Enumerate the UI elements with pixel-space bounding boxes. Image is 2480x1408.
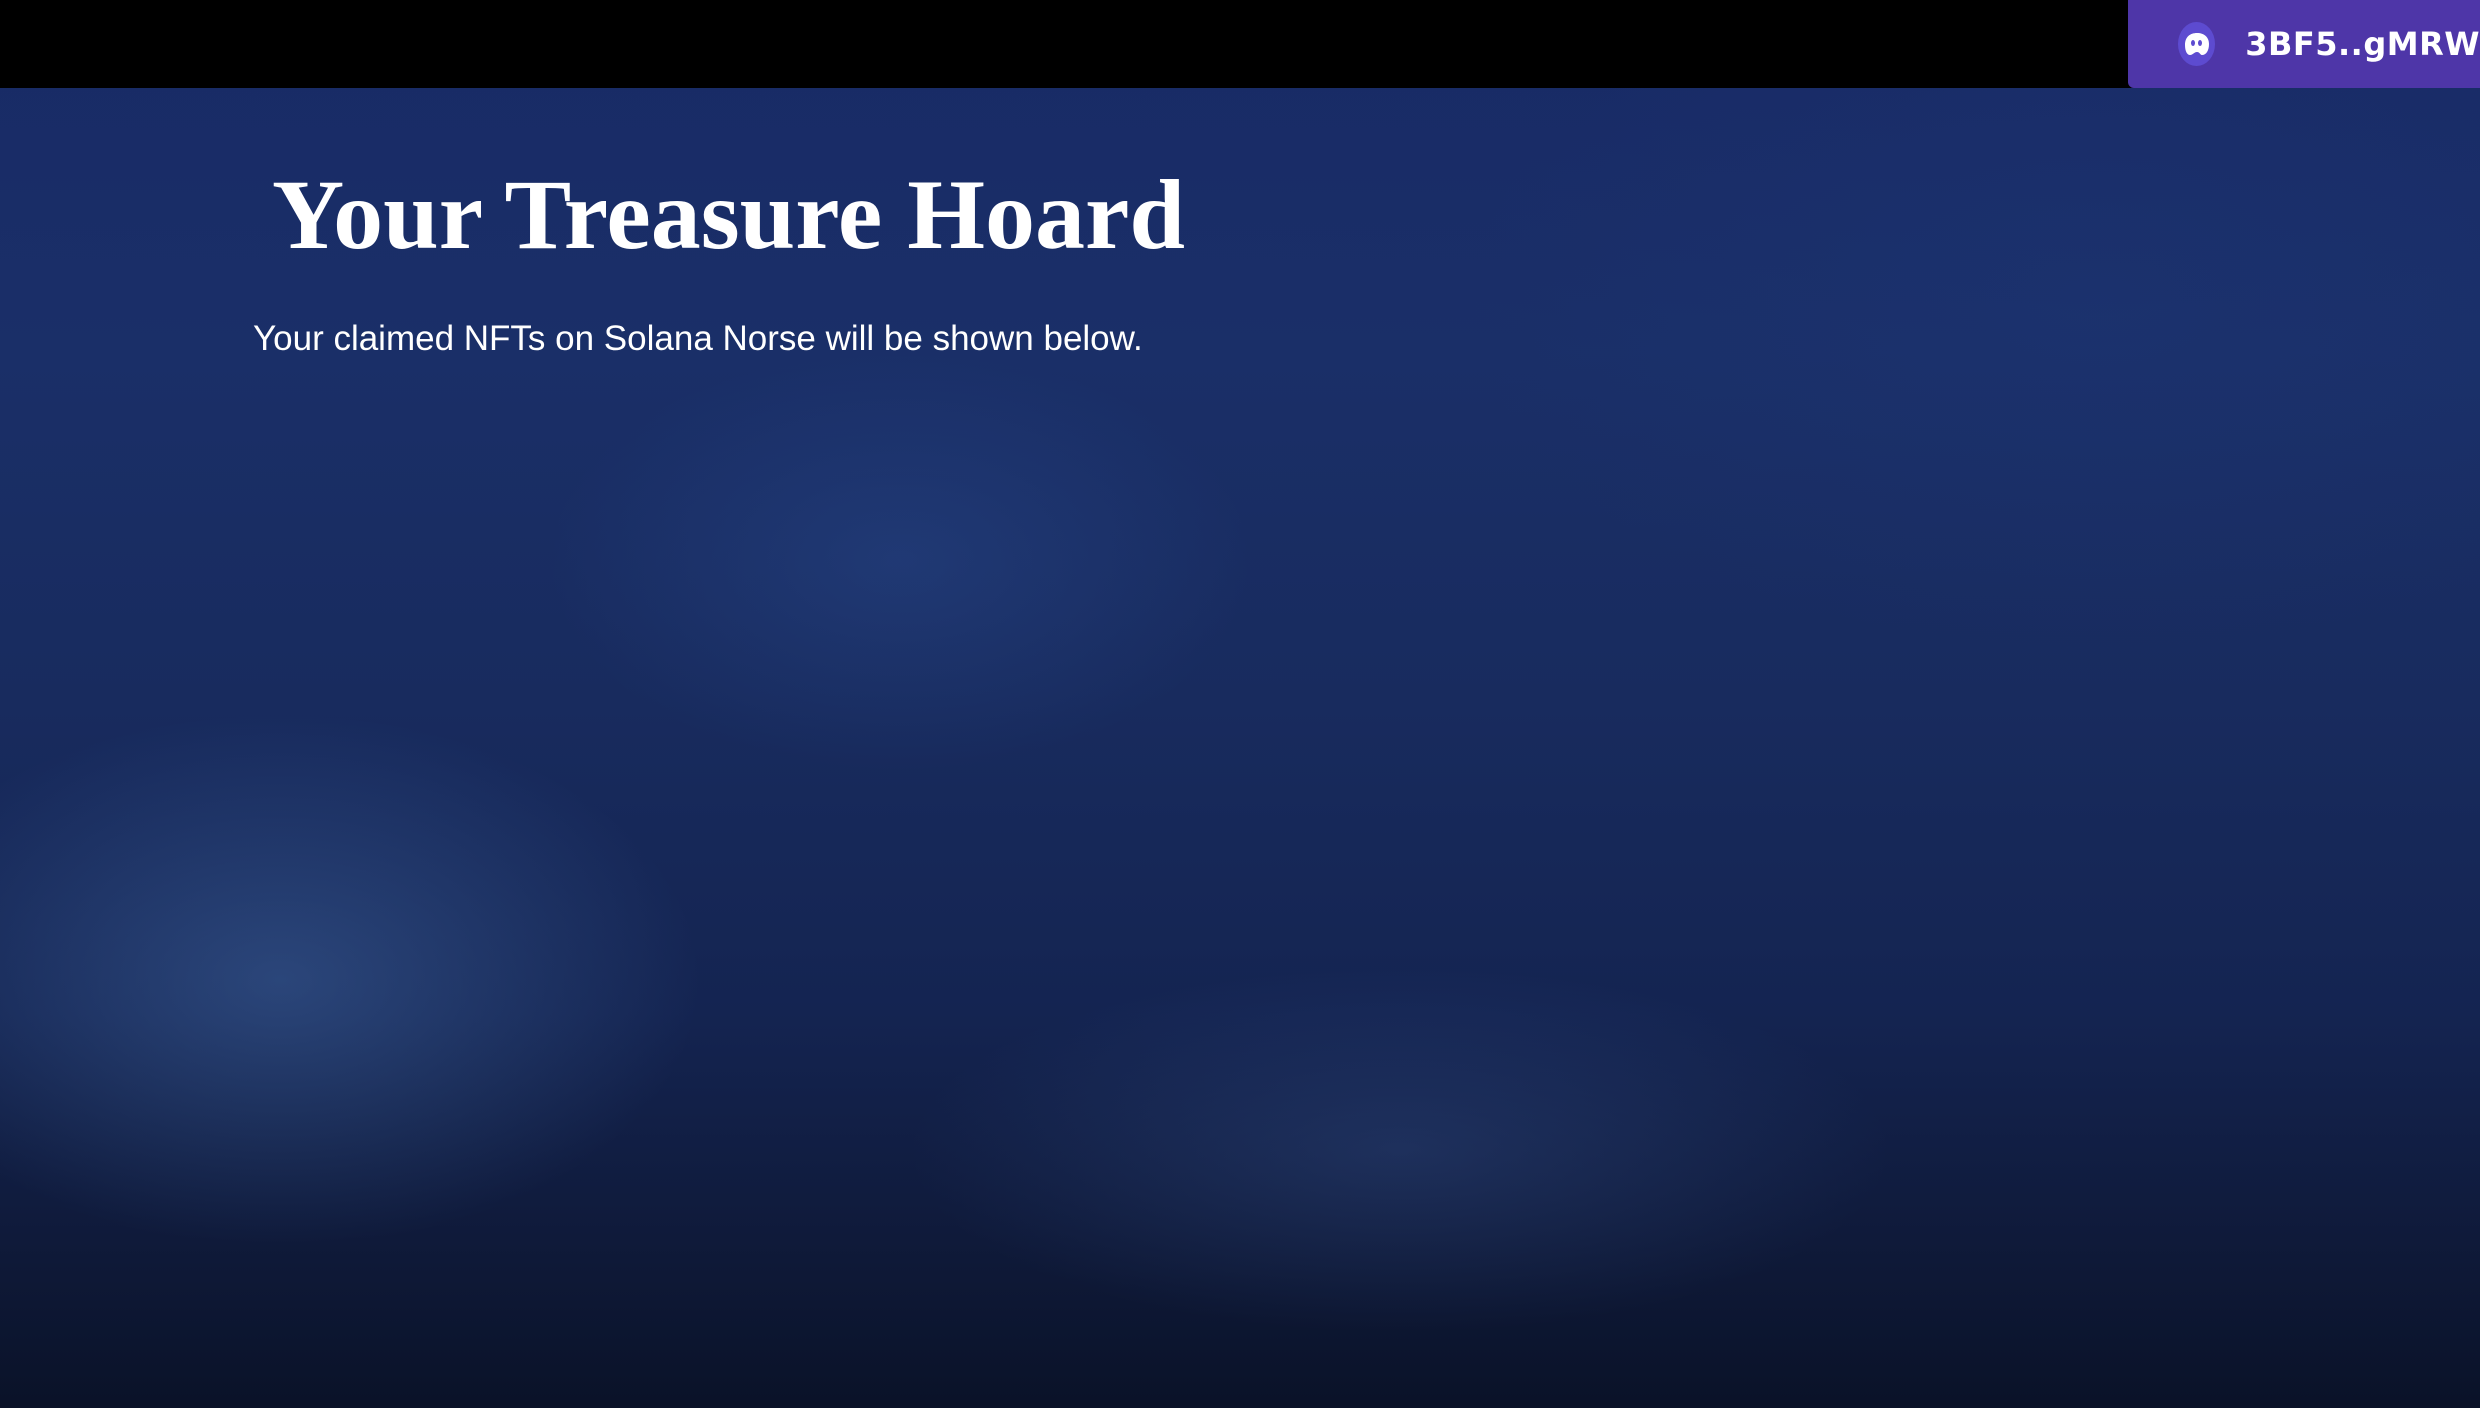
nft-grid [253, 400, 2227, 1300]
top-navbar: 3BF5..gMRW [0, 0, 2480, 88]
wallet-address: 3BF5..gMRW [2245, 25, 2480, 63]
phantom-ghost-icon [2178, 22, 2216, 66]
page-background: 3BF5..gMRW Your Treasure Hoard Your clai… [0, 0, 2480, 1408]
wallet-connect-button[interactable]: 3BF5..gMRW [2128, 0, 2480, 88]
page-title: Your Treasure Hoard [272, 159, 1186, 270]
page-subtitle: Your claimed NFTs on Solana Norse will b… [253, 319, 1143, 358]
